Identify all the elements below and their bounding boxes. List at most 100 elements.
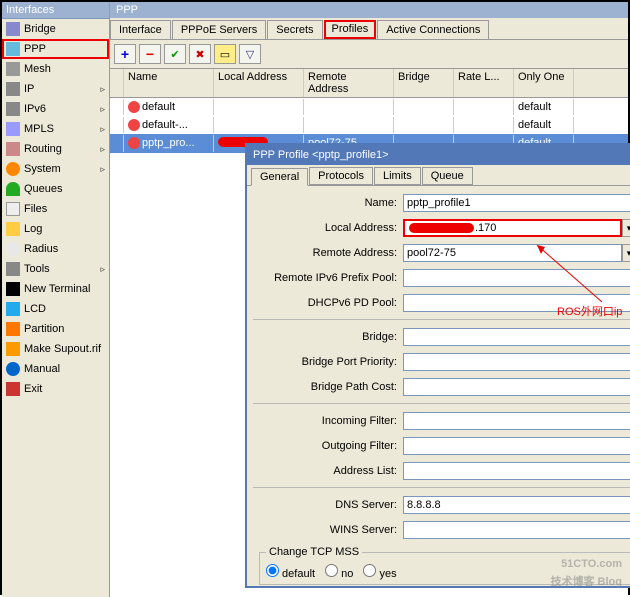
col-local[interactable]: Local Address	[214, 69, 304, 97]
chevron-right-icon: ▹	[100, 164, 105, 175]
sidebar-item-log[interactable]: Log	[2, 219, 109, 239]
sidebar: Interfaces BridgePPPMeshIP▹IPv6▹MPLS▹Rou…	[2, 2, 110, 597]
ppp-profile-dialog: PPP Profile <pptp_profile1> ▫ ✕ GeneralP…	[245, 143, 630, 588]
remove-button[interactable]: −	[139, 44, 161, 64]
tab-interface[interactable]: Interface	[110, 20, 171, 39]
col-name[interactable]: Name	[124, 69, 214, 97]
add-button[interactable]: +	[114, 44, 136, 64]
filter-button[interactable]: ▽	[239, 44, 261, 64]
field-dns-server: DNS Server: ▴▾	[253, 496, 630, 514]
disable-button[interactable]: ✖	[189, 44, 211, 64]
sidebar-item-queues[interactable]: Queues	[2, 179, 109, 199]
ip-icon	[6, 82, 20, 96]
input-address-list[interactable]	[403, 462, 630, 480]
label-incoming-filter: Incoming Filter:	[253, 415, 403, 427]
sidebar-item-ipv6[interactable]: IPv6▹	[2, 99, 109, 119]
label-dns-server: DNS Server:	[253, 499, 403, 511]
table-row[interactable]: default default	[110, 98, 628, 116]
profile-icon	[128, 137, 140, 149]
chevron-right-icon: ▹	[100, 84, 105, 95]
dialog-tab-queue[interactable]: Queue	[422, 167, 473, 185]
label-bridge-port-priority: Bridge Port Priority:	[253, 356, 403, 368]
partition-icon	[6, 322, 20, 336]
field-name: Name:	[253, 194, 630, 212]
sidebar-item-ppp[interactable]: PPP	[2, 39, 109, 59]
input-wins-server[interactable]	[403, 521, 630, 539]
sidebar-item-lcd[interactable]: LCD	[2, 299, 109, 319]
sidebar-header: Interfaces	[2, 2, 109, 19]
field-address-list: Address List: ▴▾	[253, 462, 630, 480]
exit-icon	[6, 382, 20, 396]
tab-profiles[interactable]: Profiles	[324, 20, 377, 39]
window-title: PPP	[110, 2, 628, 18]
field-bridge: Bridge: ▾	[253, 328, 630, 346]
remote-address-dropdown[interactable]: ▾	[622, 244, 630, 262]
tabbar: InterfacePPPoE ServersSecretsProfilesAct…	[110, 18, 628, 40]
newterm-icon	[6, 282, 20, 296]
sidebar-item-mpls[interactable]: MPLS▹	[2, 119, 109, 139]
toolbar: + − ✔ ✖ ▭ ▽	[110, 40, 628, 69]
sidebar-item-radius[interactable]: Radius	[2, 239, 109, 259]
sidebar-item-exit[interactable]: Exit	[2, 379, 109, 399]
input-bridge[interactable]	[403, 328, 630, 346]
tools-icon	[6, 262, 20, 276]
sidebar-item-mesh[interactable]: Mesh	[2, 59, 109, 79]
col-flag[interactable]	[110, 69, 124, 97]
profile-icon	[128, 119, 140, 131]
sidebar-item-tools[interactable]: Tools▹	[2, 259, 109, 279]
field-wins-server: WINS Server: ▴▾	[253, 521, 630, 539]
ppp-icon	[6, 42, 20, 56]
sidebar-item-make-supout-rif[interactable]: Make Supout.rif	[2, 339, 109, 359]
sidebar-item-partition[interactable]: Partition	[2, 319, 109, 339]
col-remote[interactable]: Remote Address	[304, 69, 394, 97]
chevron-right-icon: ▹	[100, 104, 105, 115]
radio-yes[interactable]: yes	[363, 564, 396, 580]
input-outgoing-filter[interactable]	[403, 437, 630, 455]
manual-icon	[6, 362, 20, 376]
input-remote-ipv6-prefix[interactable]	[403, 269, 630, 287]
sidebar-item-manual[interactable]: Manual	[2, 359, 109, 379]
radio-no[interactable]: no	[325, 564, 353, 580]
main-panel: PPP InterfacePPPoE ServersSecretsProfile…	[110, 2, 628, 597]
input-dns-server[interactable]	[403, 496, 630, 514]
col-bridge[interactable]: Bridge	[394, 69, 454, 97]
input-incoming-filter[interactable]	[403, 412, 630, 430]
files-icon	[6, 202, 20, 216]
label-outgoing-filter: Outgoing Filter:	[253, 440, 403, 452]
dialog-tab-limits[interactable]: Limits	[374, 167, 421, 185]
sidebar-item-files[interactable]: Files	[2, 199, 109, 219]
radio-default[interactable]: default	[266, 564, 315, 580]
change-tcp-mss-legend: Change TCP MSS	[266, 546, 362, 558]
field-outgoing-filter: Outgoing Filter: ▾	[253, 437, 630, 455]
local-address-dropdown[interactable]: ▾	[622, 219, 630, 237]
input-name[interactable]	[403, 194, 630, 212]
field-bridge-path-cost: Bridge Path Cost: ▾	[253, 378, 630, 396]
table-row[interactable]: default-... default	[110, 116, 628, 134]
input-remote-address[interactable]	[403, 244, 622, 262]
dialog-form: Name: Local Address: ▾ ▴▾ Remote Address…	[247, 185, 630, 591]
input-bridge-port-priority[interactable]	[403, 353, 630, 371]
tab-active-connections[interactable]: Active Connections	[377, 20, 489, 39]
col-only[interactable]: Only One	[514, 69, 574, 97]
sidebar-item-system[interactable]: System▹	[2, 159, 109, 179]
comment-button[interactable]: ▭	[214, 44, 236, 64]
col-rate[interactable]: Rate L...	[454, 69, 514, 97]
sidebar-item-new-terminal[interactable]: New Terminal	[2, 279, 109, 299]
profile-icon	[128, 101, 140, 113]
ipv6-icon	[6, 102, 20, 116]
input-bridge-path-cost[interactable]	[403, 378, 630, 396]
label-wins-server: WINS Server:	[253, 524, 403, 536]
sidebar-item-bridge[interactable]: Bridge	[2, 19, 109, 39]
tab-secrets[interactable]: Secrets	[267, 20, 322, 39]
dialog-titlebar[interactable]: PPP Profile <pptp_profile1> ▫ ✕	[247, 145, 630, 165]
label-remote-ipv6-prefix: Remote IPv6 Prefix Pool:	[253, 272, 403, 284]
tab-pppoe-servers[interactable]: PPPoE Servers	[172, 20, 266, 39]
label-address-list: Address List:	[253, 465, 403, 477]
sidebar-item-ip[interactable]: IP▹	[2, 79, 109, 99]
dialog-tab-protocols[interactable]: Protocols	[309, 167, 373, 185]
field-local-address: Local Address: ▾ ▴▾	[253, 219, 630, 237]
grid-header: Name Local Address Remote Address Bridge…	[110, 69, 628, 98]
enable-button[interactable]: ✔	[164, 44, 186, 64]
dialog-tab-general[interactable]: General	[251, 168, 308, 186]
sidebar-item-routing[interactable]: Routing▹	[2, 139, 109, 159]
